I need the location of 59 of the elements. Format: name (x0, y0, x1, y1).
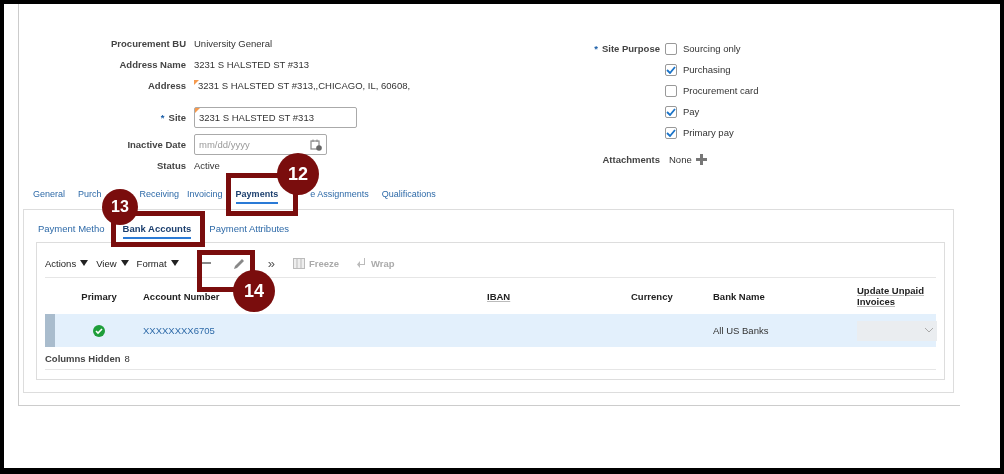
tab[interactable]: General (33, 188, 66, 204)
tab[interactable]: Payment Attributes (209, 221, 290, 239)
field-label: Site Purpose (601, 43, 660, 54)
field-label: Address Name (119, 59, 186, 70)
checkbox-label: Primary pay (683, 127, 734, 138)
tab[interactable]: Qualifications (381, 188, 436, 204)
required-marker: * (594, 43, 598, 54)
columns-hidden-label: Columns Hidden (45, 352, 121, 364)
calendar-icon[interactable] (310, 138, 322, 151)
columns-icon (292, 257, 305, 269)
checkbox-label: Purchasing (683, 64, 731, 75)
field-value: 3231 S HALSTED ST #313,,CHICAGO, IL, 60608, (194, 80, 411, 91)
menu-button[interactable]: Format (136, 257, 179, 269)
tab[interactable]: Receiving (139, 188, 180, 204)
column-header: Primary (81, 290, 117, 302)
caret-icon (170, 260, 179, 266)
table-cell: All US Banks (713, 325, 769, 336)
checkbox[interactable] (665, 42, 677, 55)
caret-icon (80, 260, 89, 266)
required-marker: * (160, 112, 165, 123)
checkbox-label: Pay (683, 106, 700, 117)
checkbox[interactable] (665, 126, 677, 139)
chevron-down-icon (925, 328, 933, 333)
field-label: Procurement BU (111, 38, 186, 49)
columns-hidden-count: 8 (124, 352, 130, 364)
column-header: Currency (631, 290, 673, 302)
checkbox-label: Sourcing only (683, 43, 741, 54)
checkbox[interactable] (665, 84, 677, 97)
account-link[interactable]: XXXXXXXX6705 (143, 325, 215, 336)
menu-button[interactable]: View (96, 257, 129, 269)
field-label: Attachments (601, 153, 661, 167)
menu-button[interactable]: Actions (45, 257, 89, 269)
callout-number: 13 (102, 189, 138, 225)
column-header: Bank Name (713, 290, 765, 302)
wrap-arrow-icon (357, 257, 367, 269)
field-label: Status (156, 160, 186, 171)
site-input[interactable]: 3231 S HALSTED ST #313 (194, 107, 357, 128)
column-header: IBAN (487, 290, 511, 302)
column-header: Account Number (143, 290, 220, 302)
tab[interactable]: Payment Metho (38, 221, 105, 239)
checkbox[interactable] (665, 105, 677, 118)
tab[interactable]: Invoicing (187, 188, 223, 204)
tab[interactable]: e Assignments (310, 188, 369, 204)
checkbox-label: Procurement card (683, 85, 759, 96)
field-label: Site (168, 112, 186, 123)
field-value: University General (194, 38, 273, 49)
column-header: Update Unpaid Invoices (857, 285, 925, 307)
field-value: 3231 S HALSTED ST #313 (194, 59, 309, 70)
field-value: Active (194, 160, 220, 171)
callout-number: 14 (233, 270, 275, 312)
checkbox[interactable] (665, 63, 677, 76)
more-button[interactable]: » (267, 255, 275, 271)
tab[interactable]: Payments (235, 188, 279, 204)
field-label: Inactive Date (127, 139, 186, 150)
caret-icon (120, 260, 129, 266)
field-value: None (669, 154, 692, 165)
field-label: Address (148, 80, 186, 91)
table-row[interactable]: XXXXXXXX6705 All US Banks (45, 314, 936, 347)
tab[interactable]: Purch (78, 188, 102, 204)
